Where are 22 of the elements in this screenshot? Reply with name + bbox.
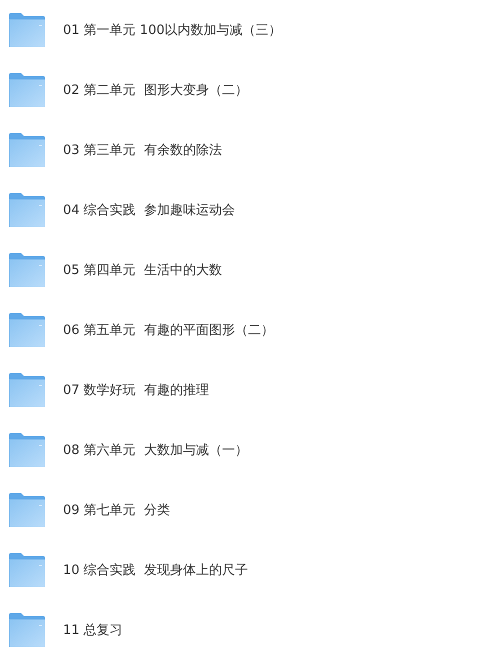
folder-icon[interactable] (9, 553, 45, 587)
folder-icon[interactable] (9, 613, 45, 647)
folder-name[interactable]: 06 第五单元 有趣的平面图形（二） (63, 321, 274, 339)
folder-icon[interactable] (9, 493, 45, 527)
folder-icon[interactable] (9, 253, 45, 287)
folder-name[interactable]: 05 第四单元 生活中的大数 (63, 261, 222, 279)
folder-name[interactable]: 08 第六单元 大数加与减（一） (63, 441, 248, 459)
folder-icon[interactable] (9, 433, 45, 467)
folder-icon[interactable] (9, 13, 45, 47)
folder-icon[interactable] (9, 73, 45, 107)
folder-icon[interactable] (9, 313, 45, 347)
folder-name[interactable]: 11 总复习 (63, 621, 123, 639)
folder-icon[interactable] (9, 133, 45, 167)
folder-name[interactable]: 02 第二单元 图形大变身（二） (63, 81, 248, 99)
folder-name[interactable]: 09 第七单元 分类 (63, 501, 170, 519)
folder-icon[interactable] (9, 373, 45, 407)
folder-icon[interactable] (9, 193, 45, 227)
folder-name[interactable]: 07 数学好玩 有趣的推理 (63, 381, 209, 399)
folder-name[interactable]: 03 第三单元 有余数的除法 (63, 141, 222, 159)
folder-name[interactable]: 04 综合实践 参加趣味运动会 (63, 201, 235, 219)
folder-name[interactable]: 01 第一单元 100以内数加与减（三） (63, 21, 282, 39)
folder-name[interactable]: 10 综合实践 发现身体上的尺子 (63, 561, 248, 579)
